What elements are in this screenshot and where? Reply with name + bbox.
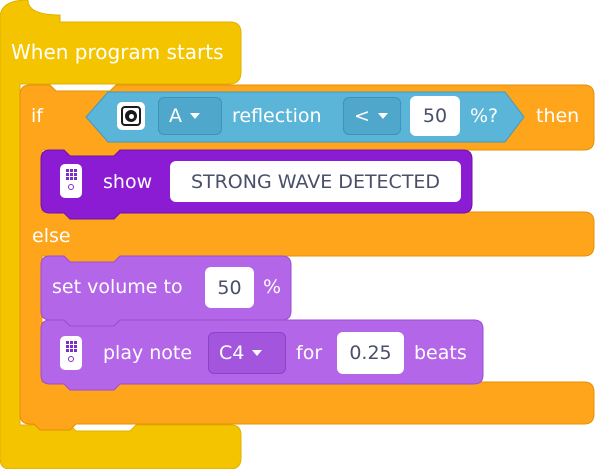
- set-volume-label: set volume to: [52, 276, 183, 298]
- beats-label: beats: [414, 342, 467, 364]
- reflection-label: reflection: [232, 105, 322, 127]
- chevron-down-icon: [252, 350, 263, 356]
- when-program-starts-block[interactable]: [0, 0, 595, 469]
- when-program-starts-label: When program starts: [11, 40, 224, 64]
- for-label: for: [296, 342, 323, 364]
- show-label: show: [103, 171, 153, 193]
- if-label: if: [31, 105, 43, 127]
- percent-question-label: %?: [470, 105, 499, 127]
- color-sensor-icon[interactable]: [117, 102, 145, 130]
- port-dropdown[interactable]: A: [158, 97, 222, 135]
- else-label: else: [32, 225, 71, 247]
- note-value: C4: [219, 342, 245, 364]
- chevron-down-icon: [190, 113, 200, 119]
- show-text-input[interactable]: STRONG WAVE DETECTED: [170, 161, 461, 202]
- chevron-down-icon: [377, 113, 388, 119]
- play-note-label: play note: [103, 342, 193, 364]
- reflection-value-input[interactable]: 50: [410, 96, 460, 136]
- operator-dropdown[interactable]: <: [343, 97, 401, 135]
- hub-light-matrix-icon: [60, 164, 82, 198]
- operator-value: <: [354, 105, 370, 127]
- port-value: A: [169, 105, 182, 127]
- note-dropdown[interactable]: C4: [208, 332, 286, 374]
- volume-value-input[interactable]: 50: [205, 267, 254, 308]
- volume-percent-label: %: [263, 276, 282, 298]
- hub-speaker-icon: [60, 336, 82, 370]
- then-label: then: [536, 105, 580, 127]
- beats-value-input[interactable]: 0.25: [337, 332, 404, 374]
